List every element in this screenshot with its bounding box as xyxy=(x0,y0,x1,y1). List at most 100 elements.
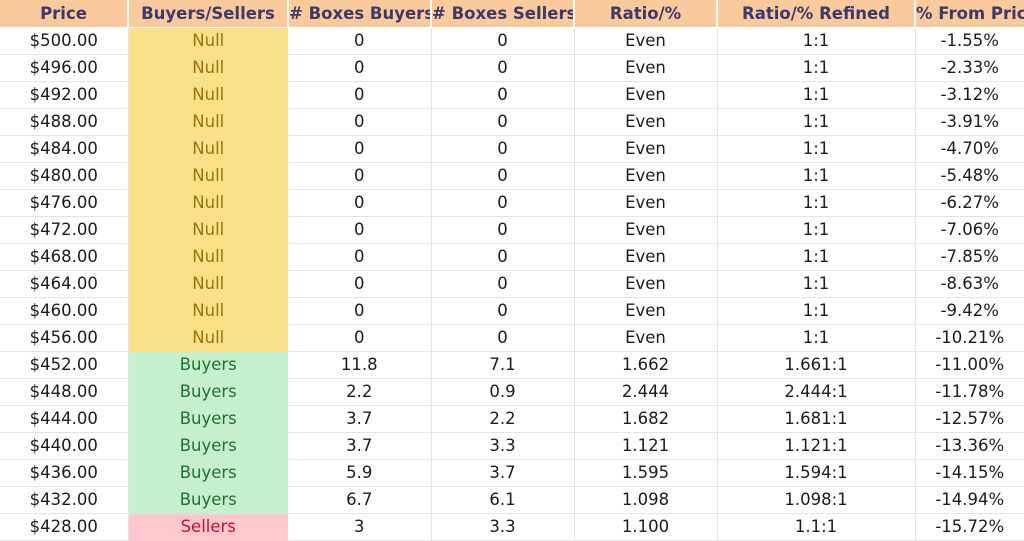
cell-percent-from-price[interactable]: -4.70% xyxy=(915,135,1024,163)
table-row[interactable]: $484.00 Null 0 0 Even 1:1 -4.70% xyxy=(0,135,1024,163)
cell-ratio-refined[interactable]: 1.1:1 xyxy=(717,513,916,541)
cell-ratio-refined[interactable]: 1:1 xyxy=(717,216,916,244)
cell-buyers-sellers[interactable]: Sellers xyxy=(128,513,288,541)
table-row[interactable]: $468.00 Null 0 0 Even 1:1 -7.85% xyxy=(0,243,1024,271)
cell-percent-from-price[interactable]: -9.42% xyxy=(915,297,1024,325)
cell-price[interactable]: $456.00 xyxy=(0,324,129,352)
table-row[interactable]: $456.00 Null 0 0 Even 1:1 -10.21% xyxy=(0,324,1024,352)
cell-percent-from-price[interactable]: -11.00% xyxy=(915,351,1024,379)
table-row[interactable]: $448.00 Buyers 2.2 0.9 2.444 2.444:1 -11.78% xyxy=(0,378,1024,406)
cell-ratio[interactable]: Even xyxy=(574,54,718,82)
table-row[interactable]: $472.00 Null 0 0 Even 1:1 -7.06% xyxy=(0,216,1024,244)
cell-ratio[interactable]: 2.444 xyxy=(574,378,718,406)
cell-buyers-sellers[interactable]: Buyers xyxy=(128,432,288,460)
cell-ratio-refined[interactable]: 1:1 xyxy=(717,54,916,82)
cell-ratio-refined[interactable]: 1:1 xyxy=(717,27,916,55)
cell-price[interactable]: $464.00 xyxy=(0,270,129,298)
cell-ratio-refined[interactable]: 1:1 xyxy=(717,81,916,109)
cell-price[interactable]: $436.00 xyxy=(0,459,129,487)
cell-boxes-sellers[interactable]: 3.3 xyxy=(431,513,575,541)
column-header-ratio-refined[interactable]: Ratio/% Refined xyxy=(716,0,916,28)
table-row[interactable]: $428.00 Sellers 3 3.3 1.100 1.1:1 -15.72% xyxy=(0,513,1024,541)
cell-buyers-sellers[interactable]: Buyers xyxy=(128,459,288,487)
cell-boxes-buyers[interactable]: 3.7 xyxy=(288,432,432,460)
cell-boxes-buyers[interactable]: 0 xyxy=(288,243,432,271)
cell-boxes-sellers[interactable]: 0.9 xyxy=(431,378,575,406)
cell-boxes-buyers[interactable]: 3 xyxy=(288,513,432,541)
cell-boxes-sellers[interactable]: 0 xyxy=(431,108,575,136)
table-row[interactable]: $488.00 Null 0 0 Even 1:1 -3.91% xyxy=(0,108,1024,136)
cell-percent-from-price[interactable]: -3.12% xyxy=(915,81,1024,109)
cell-ratio[interactable]: 1.098 xyxy=(574,486,718,514)
table-row[interactable]: $464.00 Null 0 0 Even 1:1 -8.63% xyxy=(0,270,1024,298)
cell-boxes-buyers[interactable]: 2.2 xyxy=(288,378,432,406)
cell-percent-from-price[interactable]: -14.15% xyxy=(915,459,1024,487)
table-row[interactable]: $492.00 Null 0 0 Even 1:1 -3.12% xyxy=(0,81,1024,109)
table-row[interactable]: $432.00 Buyers 6.7 6.1 1.098 1.098:1 -14.94% xyxy=(0,486,1024,514)
cell-ratio-refined[interactable]: 1:1 xyxy=(717,243,916,271)
cell-ratio-refined[interactable]: 1:1 xyxy=(717,162,916,190)
cell-boxes-buyers[interactable]: 0 xyxy=(288,54,432,82)
column-header-percent-from-price[interactable]: % From Price xyxy=(914,0,1024,28)
cell-boxes-sellers[interactable]: 0 xyxy=(431,189,575,217)
cell-boxes-sellers[interactable]: 3.7 xyxy=(431,459,575,487)
cell-ratio[interactable]: 1.682 xyxy=(574,405,718,433)
cell-boxes-sellers[interactable]: 0 xyxy=(431,216,575,244)
cell-buyers-sellers[interactable]: Null xyxy=(128,324,288,352)
cell-ratio-refined[interactable]: 1:1 xyxy=(717,108,916,136)
cell-ratio[interactable]: Even xyxy=(574,324,718,352)
cell-boxes-sellers[interactable]: 0 xyxy=(431,297,575,325)
table-row[interactable]: $496.00 Null 0 0 Even 1:1 -2.33% xyxy=(0,54,1024,82)
cell-ratio[interactable]: Even xyxy=(574,270,718,298)
cell-boxes-sellers[interactable]: 6.1 xyxy=(431,486,575,514)
table-row[interactable]: $444.00 Buyers 3.7 2.2 1.682 1.681:1 -12.57% xyxy=(0,405,1024,433)
cell-ratio[interactable]: Even xyxy=(574,189,718,217)
table-row[interactable]: $480.00 Null 0 0 Even 1:1 -5.48% xyxy=(0,162,1024,190)
cell-buyers-sellers[interactable]: Null xyxy=(128,270,288,298)
cell-buyers-sellers[interactable]: Null xyxy=(128,81,288,109)
cell-ratio[interactable]: 1.662 xyxy=(574,351,718,379)
cell-buyers-sellers[interactable]: Null xyxy=(128,162,288,190)
cell-ratio[interactable]: Even xyxy=(574,216,718,244)
cell-ratio[interactable]: Even xyxy=(574,135,718,163)
cell-ratio-refined[interactable]: 1:1 xyxy=(717,270,916,298)
cell-percent-from-price[interactable]: -1.55% xyxy=(915,27,1024,55)
cell-percent-from-price[interactable]: -7.06% xyxy=(915,216,1024,244)
cell-boxes-buyers[interactable]: 0 xyxy=(288,135,432,163)
table-row[interactable]: $452.00 Buyers 11.8 7.1 1.662 1.661:1 -11.00% xyxy=(0,351,1024,379)
cell-percent-from-price[interactable]: -10.21% xyxy=(915,324,1024,352)
cell-boxes-buyers[interactable]: 0 xyxy=(288,162,432,190)
cell-boxes-sellers[interactable]: 0 xyxy=(431,243,575,271)
cell-ratio[interactable]: Even xyxy=(574,108,718,136)
cell-percent-from-price[interactable]: -15.72% xyxy=(915,513,1024,541)
cell-buyers-sellers[interactable]: Null xyxy=(128,27,288,55)
table-row[interactable]: $500.00 Null 0 0 Even 1:1 -1.55% xyxy=(0,27,1024,55)
cell-ratio[interactable]: 1.121 xyxy=(574,432,718,460)
cell-boxes-buyers[interactable]: 0 xyxy=(288,297,432,325)
cell-boxes-sellers[interactable]: 0 xyxy=(431,54,575,82)
cell-boxes-sellers[interactable]: 0 xyxy=(431,81,575,109)
cell-boxes-buyers[interactable]: 0 xyxy=(288,216,432,244)
cell-percent-from-price[interactable]: -6.27% xyxy=(915,189,1024,217)
cell-boxes-buyers[interactable]: 3.7 xyxy=(288,405,432,433)
cell-buyers-sellers[interactable]: Buyers xyxy=(128,378,288,406)
cell-price[interactable]: $452.00 xyxy=(0,351,129,379)
cell-buyers-sellers[interactable]: Null xyxy=(128,243,288,271)
cell-price[interactable]: $440.00 xyxy=(0,432,129,460)
cell-boxes-buyers[interactable]: 0 xyxy=(288,81,432,109)
cell-boxes-sellers[interactable]: 0 xyxy=(431,27,575,55)
cell-percent-from-price[interactable]: -2.33% xyxy=(915,54,1024,82)
cell-ratio-refined[interactable]: 1.098:1 xyxy=(717,486,916,514)
cell-boxes-buyers[interactable]: 0 xyxy=(288,270,432,298)
cell-percent-from-price[interactable]: -3.91% xyxy=(915,108,1024,136)
cell-boxes-sellers[interactable]: 0 xyxy=(431,162,575,190)
cell-price[interactable]: $484.00 xyxy=(0,135,129,163)
cell-price[interactable]: $476.00 xyxy=(0,189,129,217)
column-header-buyers-sellers[interactable]: Buyers/Sellers xyxy=(127,0,289,28)
cell-percent-from-price[interactable]: -14.94% xyxy=(915,486,1024,514)
cell-price[interactable]: $500.00 xyxy=(0,27,129,55)
cell-boxes-sellers[interactable]: 7.1 xyxy=(431,351,575,379)
table-row[interactable]: $436.00 Buyers 5.9 3.7 1.595 1.594:1 -14.15% xyxy=(0,459,1024,487)
column-header-ratio[interactable]: Ratio/% xyxy=(573,0,718,28)
cell-buyers-sellers[interactable]: Null xyxy=(128,135,288,163)
